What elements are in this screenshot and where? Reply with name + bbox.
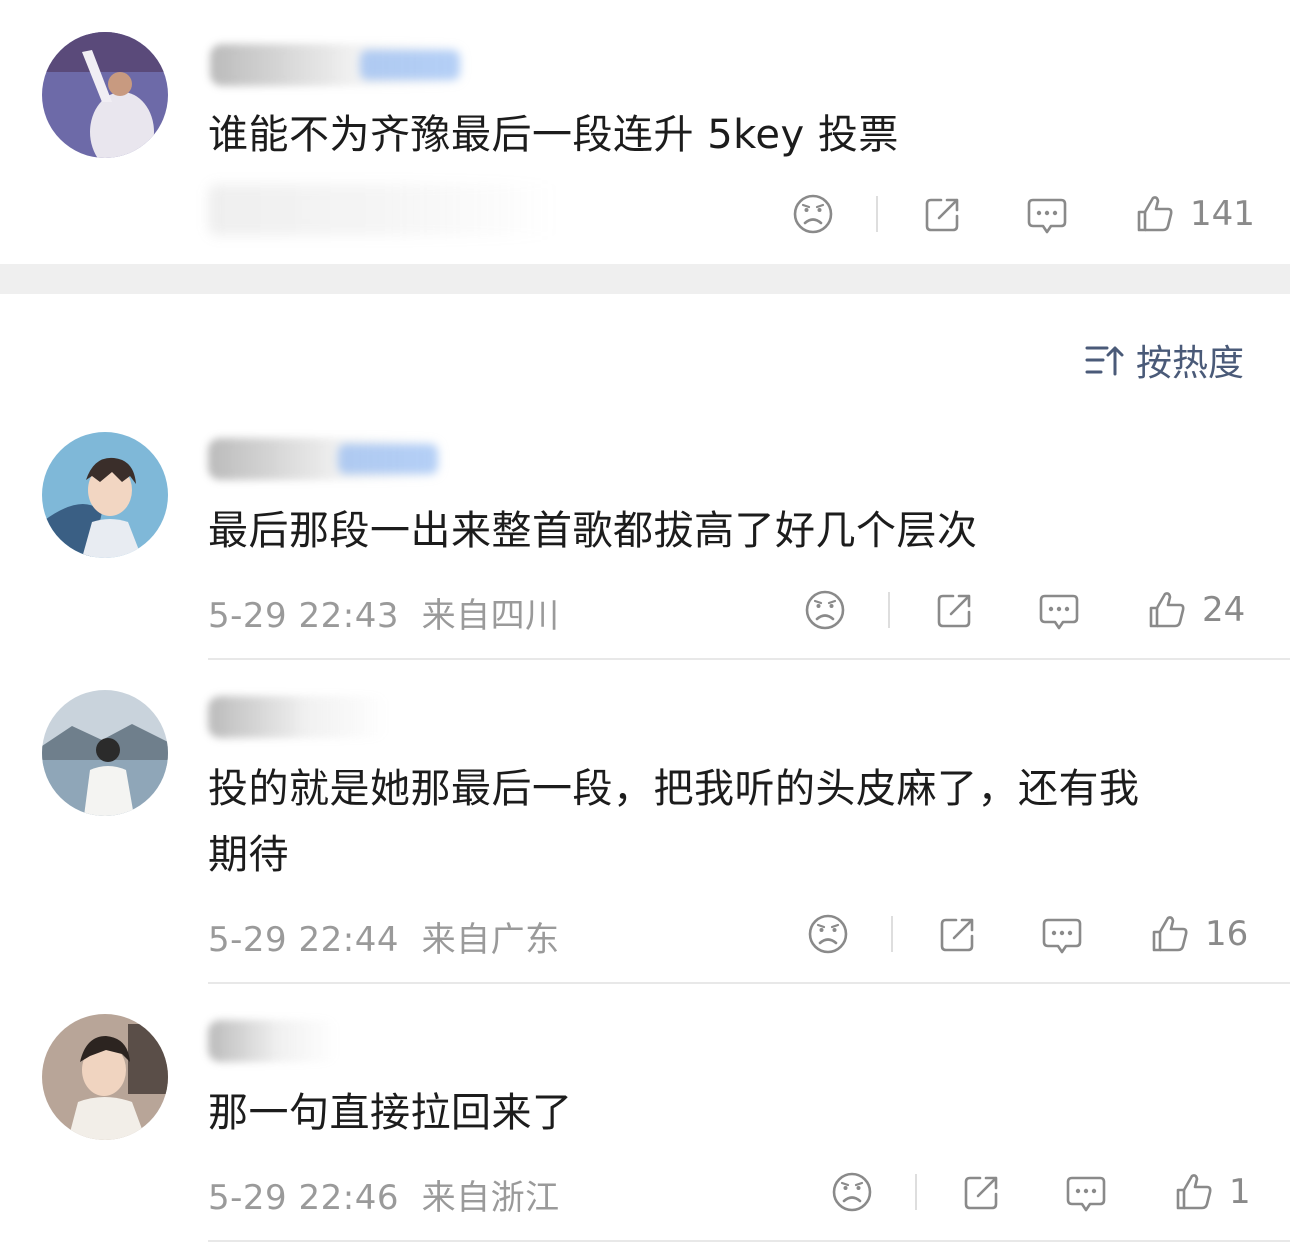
action-separator — [888, 592, 890, 628]
comment-avatar[interactable] — [42, 690, 168, 816]
action-separator — [891, 916, 893, 952]
section-gap — [0, 264, 1290, 294]
sad-face-icon[interactable] — [802, 587, 848, 633]
share-icon[interactable] — [920, 191, 966, 237]
sort-label: 按热度 — [1135, 343, 1244, 384]
comment-username[interactable] — [208, 1020, 338, 1062]
comment-icon[interactable] — [1039, 911, 1085, 957]
share-icon[interactable] — [935, 911, 981, 957]
comment-time: 5-29 22:43 — [208, 596, 399, 636]
comment-time: 5-29 22:46 — [208, 1178, 399, 1218]
comment-text: 投的就是她那最后一段，把我听的头皮麻了，还有我 期待 — [208, 756, 1140, 888]
sort-by-hot-button[interactable]: 按热度 — [1080, 332, 1244, 388]
comment-icon[interactable] — [1024, 191, 1070, 237]
post-text: 谁能不为齐豫最后一段连升 5key 投票 — [208, 112, 899, 158]
like-count: 141 — [1190, 194, 1255, 234]
comment-actions: 16 — [805, 904, 1248, 964]
thumbs-up-icon[interactable] — [1132, 191, 1178, 237]
post-actions: 141 — [790, 184, 1255, 244]
comment-icon[interactable] — [1063, 1169, 1109, 1215]
action-separator — [876, 196, 878, 232]
sad-face-icon[interactable] — [829, 1169, 875, 1215]
comment-divider — [208, 982, 1290, 984]
comment-text: 最后那段一出来整首歌都拔高了好几个层次 — [208, 498, 978, 564]
comment-location: 来自广东 — [421, 920, 560, 960]
share-icon[interactable] — [959, 1169, 1005, 1215]
comment-username[interactable] — [208, 696, 388, 738]
comment-meta: 5-29 22:44 来自广东 — [208, 912, 560, 961]
comment-time: 5-29 22:44 — [208, 920, 399, 960]
action-separator — [915, 1174, 917, 1210]
post-card: 谁能不为齐豫最后一段连升 5key 投票 141 — [0, 0, 1290, 264]
share-icon[interactable] — [932, 587, 978, 633]
comment-divider — [208, 658, 1290, 660]
like-count: 16 — [1205, 914, 1249, 954]
comment-location: 来自四川 — [421, 596, 560, 636]
comment-avatar[interactable] — [42, 432, 168, 558]
comment-text-line: 期待 — [208, 832, 289, 878]
comment-avatar[interactable] — [42, 1014, 168, 1140]
comment-text-line: 投的就是她那最后一段，把我听的头皮麻了，还有我 — [208, 766, 1140, 812]
comment-divider — [208, 1240, 1290, 1242]
post-avatar[interactable] — [42, 32, 168, 158]
sad-face-icon[interactable] — [805, 911, 851, 957]
comment-icon[interactable] — [1036, 587, 1082, 633]
thumbs-up-icon[interactable] — [1171, 1169, 1217, 1215]
thumbs-up-icon[interactable] — [1147, 911, 1193, 957]
comment-location: 来自浙江 — [421, 1178, 560, 1218]
comment-meta: 5-29 22:46 来自浙江 — [208, 1170, 560, 1219]
like-count: 1 — [1229, 1172, 1251, 1212]
like-count: 24 — [1202, 590, 1246, 630]
comment-text: 那一句直接拉回来了 — [208, 1080, 573, 1146]
sort-icon — [1080, 337, 1126, 383]
thumbs-up-icon[interactable] — [1144, 587, 1190, 633]
member-badge — [338, 444, 438, 474]
comment-username[interactable] — [208, 438, 448, 480]
comment-actions: 1 — [829, 1162, 1251, 1222]
comment-actions: 24 — [802, 580, 1245, 640]
member-badge — [360, 50, 460, 80]
sad-face-icon[interactable] — [790, 191, 836, 237]
comment-meta: 5-29 22:43 来自四川 — [208, 588, 560, 637]
comment-text-line: 最后那段一出来整首歌都拔高了好几个层次 — [208, 508, 978, 554]
comment-text-line: 那一句直接拉回来了 — [208, 1090, 573, 1136]
post-meta — [208, 184, 558, 236]
post-username[interactable] — [210, 44, 470, 86]
